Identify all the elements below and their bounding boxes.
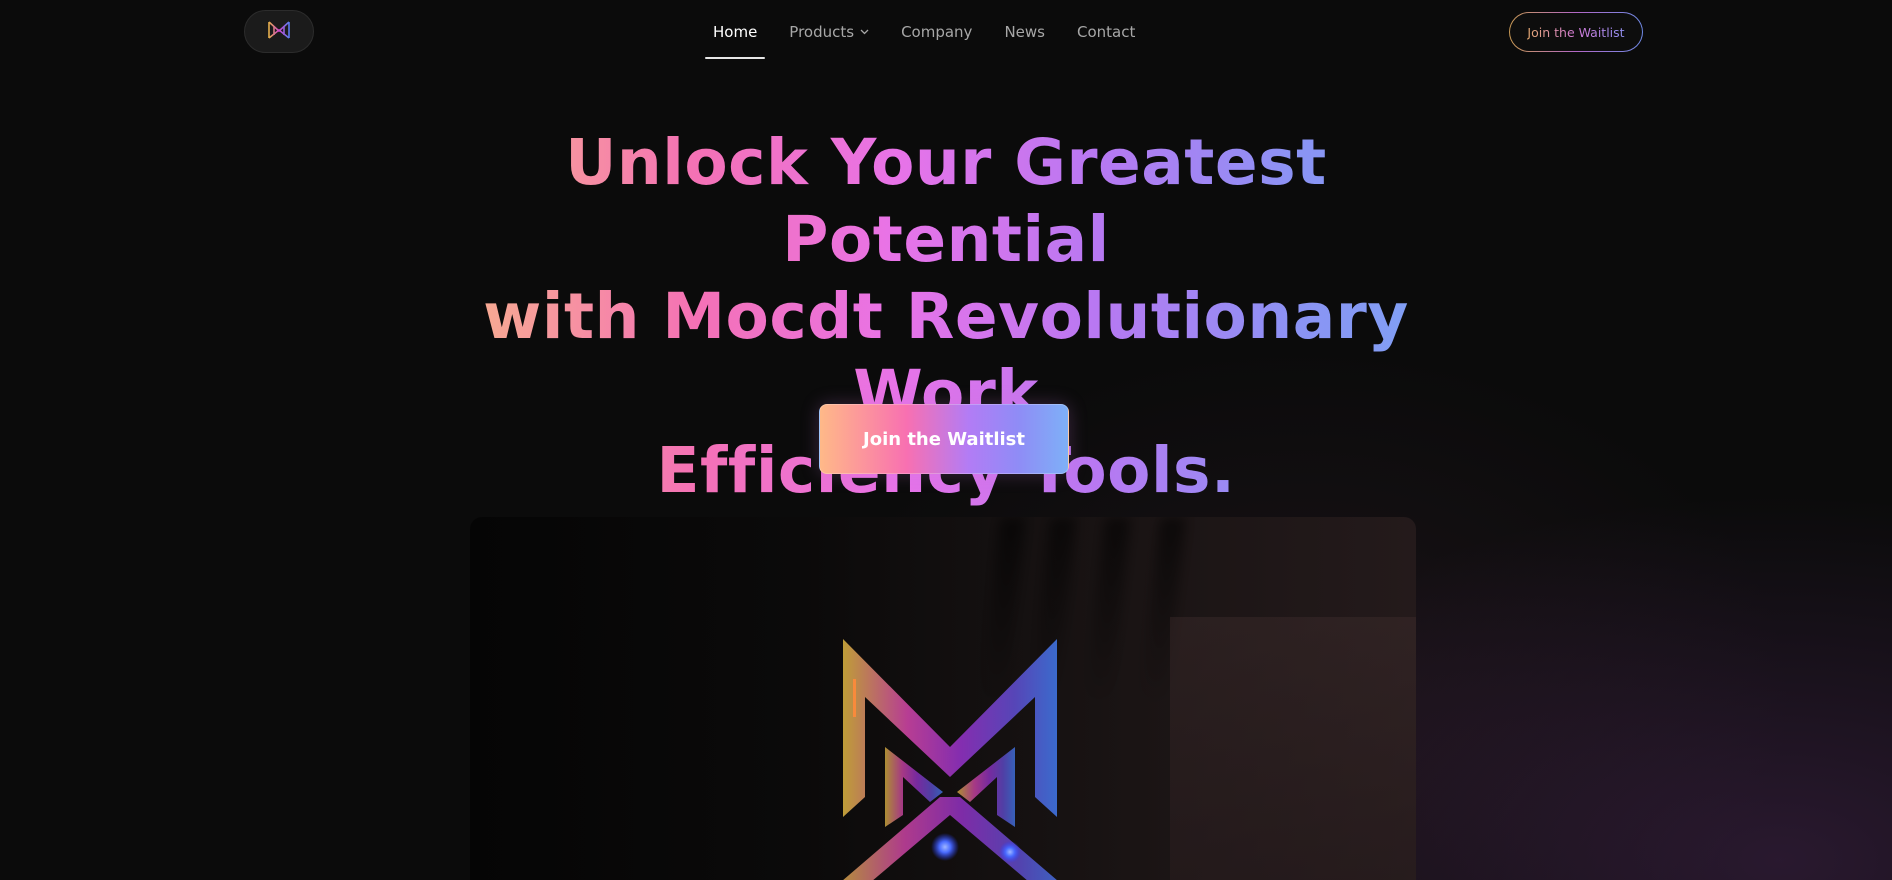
shadow-streak <box>1085 517 1131 707</box>
nav-join-waitlist-inner: Join the Waitlist <box>1510 13 1642 51</box>
hero-title-line-1: Unlock Your Greatest Potential <box>565 126 1327 276</box>
nav-link-label: News <box>1004 23 1045 41</box>
nav-link-news[interactable]: News <box>1004 4 1045 60</box>
logo-button[interactable] <box>244 10 314 53</box>
nav-link-label: Contact <box>1077 23 1136 41</box>
page: Home Products Company News Contact Join … <box>0 0 1892 880</box>
hero-join-waitlist-button[interactable]: Join the Waitlist <box>819 404 1069 474</box>
nav-link-label: Products <box>789 23 855 41</box>
nav-link-company[interactable]: Company <box>901 4 972 60</box>
nav-link-products[interactable]: Products <box>789 4 869 60</box>
top-navigation: Home Products Company News Contact Join … <box>0 0 1892 64</box>
nav-link-contact[interactable]: Contact <box>1077 4 1135 60</box>
nav-links: Home Products Company News Contact <box>705 0 1167 64</box>
product-showcase-image <box>470 517 1416 880</box>
mocdt-m-logo-icon <box>268 20 290 43</box>
hero-join-waitlist-label: Join the Waitlist <box>863 428 1025 450</box>
nav-link-label: Home <box>713 23 758 41</box>
nav-join-waitlist-button[interactable]: Join the Waitlist <box>1509 12 1643 52</box>
nav-link-home[interactable]: Home <box>705 4 766 60</box>
chevron-down-icon <box>860 29 869 35</box>
backdrop-panel <box>1170 617 1416 880</box>
mocdt-3d-m-logo-icon <box>835 637 1065 880</box>
nav-link-label: Company <box>901 23 973 41</box>
nav-join-waitlist-label: Join the Waitlist <box>1527 24 1625 40</box>
